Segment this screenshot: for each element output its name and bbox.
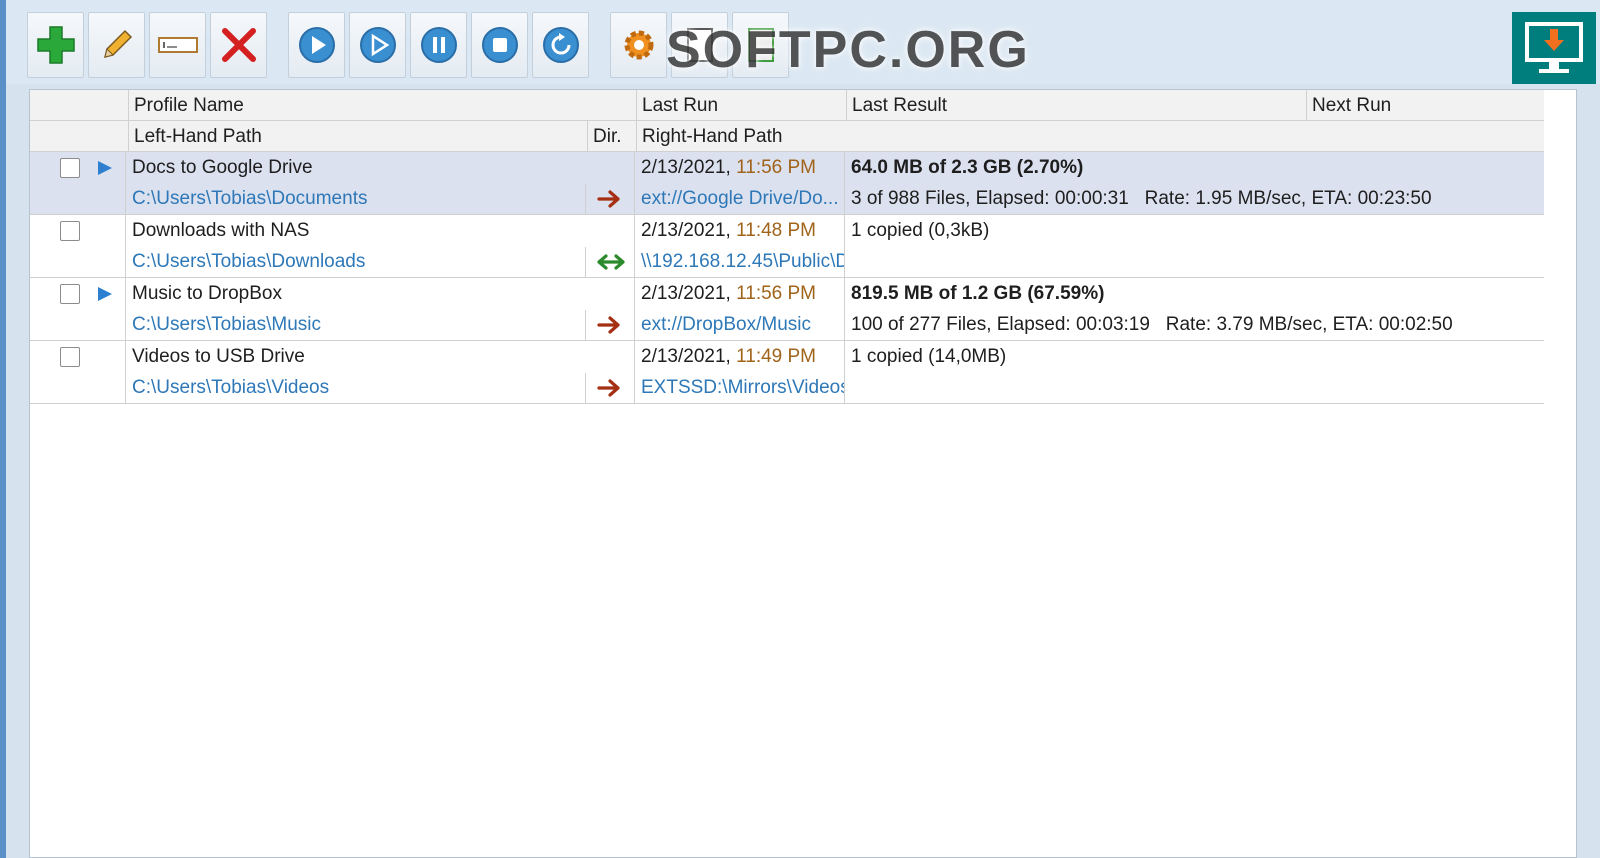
profile-name: Videos to USB Drive bbox=[132, 346, 305, 367]
delete-profile-button[interactable] bbox=[210, 12, 267, 78]
gear-icon bbox=[624, 30, 653, 60]
last-run-date: 2/13/2021, bbox=[641, 346, 731, 367]
running-indicator-icon bbox=[97, 286, 113, 307]
left-hand-path: C:\Users\Tobias\Music bbox=[132, 314, 321, 335]
right-arrow-icon bbox=[596, 378, 622, 403]
left-hand-path: C:\Users\Tobias\Downloads bbox=[132, 251, 366, 272]
profile-row[interactable]: Videos to USB Drive 2/13/2021, 11:49 PM 1 … bbox=[30, 341, 1544, 404]
refresh-icon bbox=[542, 27, 579, 63]
right-hand-path: ext://DropBox/Music bbox=[641, 314, 811, 335]
refresh-button[interactable] bbox=[532, 12, 589, 78]
last-run-date: 2/13/2021, bbox=[641, 157, 731, 178]
right-arrow-icon bbox=[596, 315, 622, 340]
left-hand-path: C:\Users\Tobias\Videos bbox=[132, 377, 330, 398]
right-arrow-icon bbox=[596, 189, 622, 214]
col-profile-name[interactable]: Profile Name bbox=[128, 90, 636, 121]
toolbar: SOFTPC.ORG bbox=[6, 0, 1600, 84]
right-hand-path: \\192.168.12.45\Public\Downloads bbox=[641, 251, 844, 272]
header-divider bbox=[128, 90, 129, 152]
profile-name: Music to DropBox bbox=[132, 283, 282, 304]
header-row-2: Left-Hand Path Dir. Right-Hand Path bbox=[30, 121, 1544, 152]
profile-name: Downloads with NAS bbox=[132, 220, 310, 241]
run-next-button[interactable] bbox=[349, 12, 406, 78]
col-right-path[interactable]: Right-Hand Path bbox=[636, 121, 1544, 152]
col-last-run[interactable]: Last Run bbox=[636, 90, 846, 121]
run-button[interactable] bbox=[288, 12, 345, 78]
transfer-progress bbox=[845, 372, 1544, 404]
left-hand-path: C:\Users\Tobias\Documents bbox=[132, 188, 368, 209]
profile-row[interactable]: Downloads with NAS 2/13/2021, 11:48 PM 1 c… bbox=[30, 215, 1544, 278]
profile-checkbox[interactable] bbox=[60, 158, 80, 178]
play-icon bbox=[298, 27, 335, 63]
col-next-run[interactable]: Next Run bbox=[1306, 90, 1544, 121]
stop-button[interactable] bbox=[471, 12, 528, 78]
rename-profile-button[interactable] bbox=[149, 12, 206, 78]
right-hand-path: ext://Google Drive/Do... bbox=[641, 188, 839, 209]
transfer-progress: 3 of 988 Files, Elapsed: 00:00:31 Rate: … bbox=[851, 188, 1432, 209]
monitor-download-icon bbox=[1525, 22, 1583, 73]
col-dir[interactable]: Dir. bbox=[587, 121, 636, 152]
col-left-path[interactable]: Left-Hand Path bbox=[128, 121, 587, 152]
window-frame bbox=[0, 0, 6, 858]
download-update-button[interactable] bbox=[1512, 12, 1596, 84]
last-run: 2/13/2021, 11:49 PM bbox=[635, 341, 844, 373]
plus-icon bbox=[36, 26, 75, 64]
last-result: 819.5 MB of 1.2 GB (67.59%) bbox=[851, 283, 1105, 304]
settings-button[interactable] bbox=[610, 12, 667, 78]
add-profile-button[interactable] bbox=[27, 12, 84, 78]
last-run: 2/13/2021, 11:48 PM bbox=[635, 215, 844, 247]
transfer-progress: 100 of 277 Files, Elapsed: 00:03:19 Rate… bbox=[851, 314, 1453, 335]
pause-icon bbox=[420, 27, 457, 63]
delete-x-icon bbox=[221, 28, 256, 62]
running-indicator-icon bbox=[97, 160, 113, 181]
header-row-1: Profile Name Last Run Last Result Next R… bbox=[30, 90, 1544, 121]
watermark-text: SOFTPC.ORG bbox=[666, 21, 1030, 79]
profile-row[interactable]: Music to DropBox 2/13/2021, 11:56 PM 819.5… bbox=[30, 278, 1544, 341]
last-result: 1 copied (0,3kB) bbox=[851, 220, 990, 241]
profile-name: Docs to Google Drive bbox=[132, 157, 313, 178]
col-last-result[interactable]: Last Result bbox=[846, 90, 1306, 121]
last-run-date: 2/13/2021, bbox=[641, 220, 731, 241]
profile-checkbox[interactable] bbox=[60, 347, 80, 367]
play-outline-icon bbox=[359, 27, 396, 63]
window-frame-right bbox=[1577, 84, 1600, 858]
last-run-time: 11:48 PM bbox=[736, 220, 817, 241]
last-run: 2/13/2021, 11:56 PM bbox=[635, 278, 844, 310]
pencil-icon bbox=[103, 29, 132, 59]
stop-icon bbox=[481, 27, 518, 63]
right-hand-path: EXTSSD:\Mirrors\Videos bbox=[641, 377, 844, 398]
profile-checkbox[interactable] bbox=[60, 284, 80, 304]
bidirectional-arrow-icon bbox=[596, 252, 626, 277]
profile-checkbox[interactable] bbox=[60, 221, 80, 241]
pause-button[interactable] bbox=[410, 12, 467, 78]
last-run-time: 11:49 PM bbox=[736, 346, 817, 367]
last-run-time: 11:56 PM bbox=[736, 157, 817, 178]
profile-row[interactable]: Docs to Google Drive 2/13/2021, 11:56 PM 6… bbox=[30, 152, 1544, 215]
profile-list: Profile Name Last Run Last Result Next R… bbox=[29, 89, 1577, 858]
edit-profile-button[interactable] bbox=[88, 12, 145, 78]
rename-icon bbox=[157, 37, 198, 53]
last-run-date: 2/13/2021, bbox=[641, 283, 731, 304]
last-result: 64.0 MB of 2.3 GB (2.70%) bbox=[851, 157, 1084, 178]
last-run: 2/13/2021, 11:56 PM bbox=[635, 152, 844, 184]
last-result: 1 copied (14,0MB) bbox=[851, 346, 1007, 367]
last-run-time: 11:56 PM bbox=[736, 283, 817, 304]
transfer-progress bbox=[845, 246, 1544, 278]
